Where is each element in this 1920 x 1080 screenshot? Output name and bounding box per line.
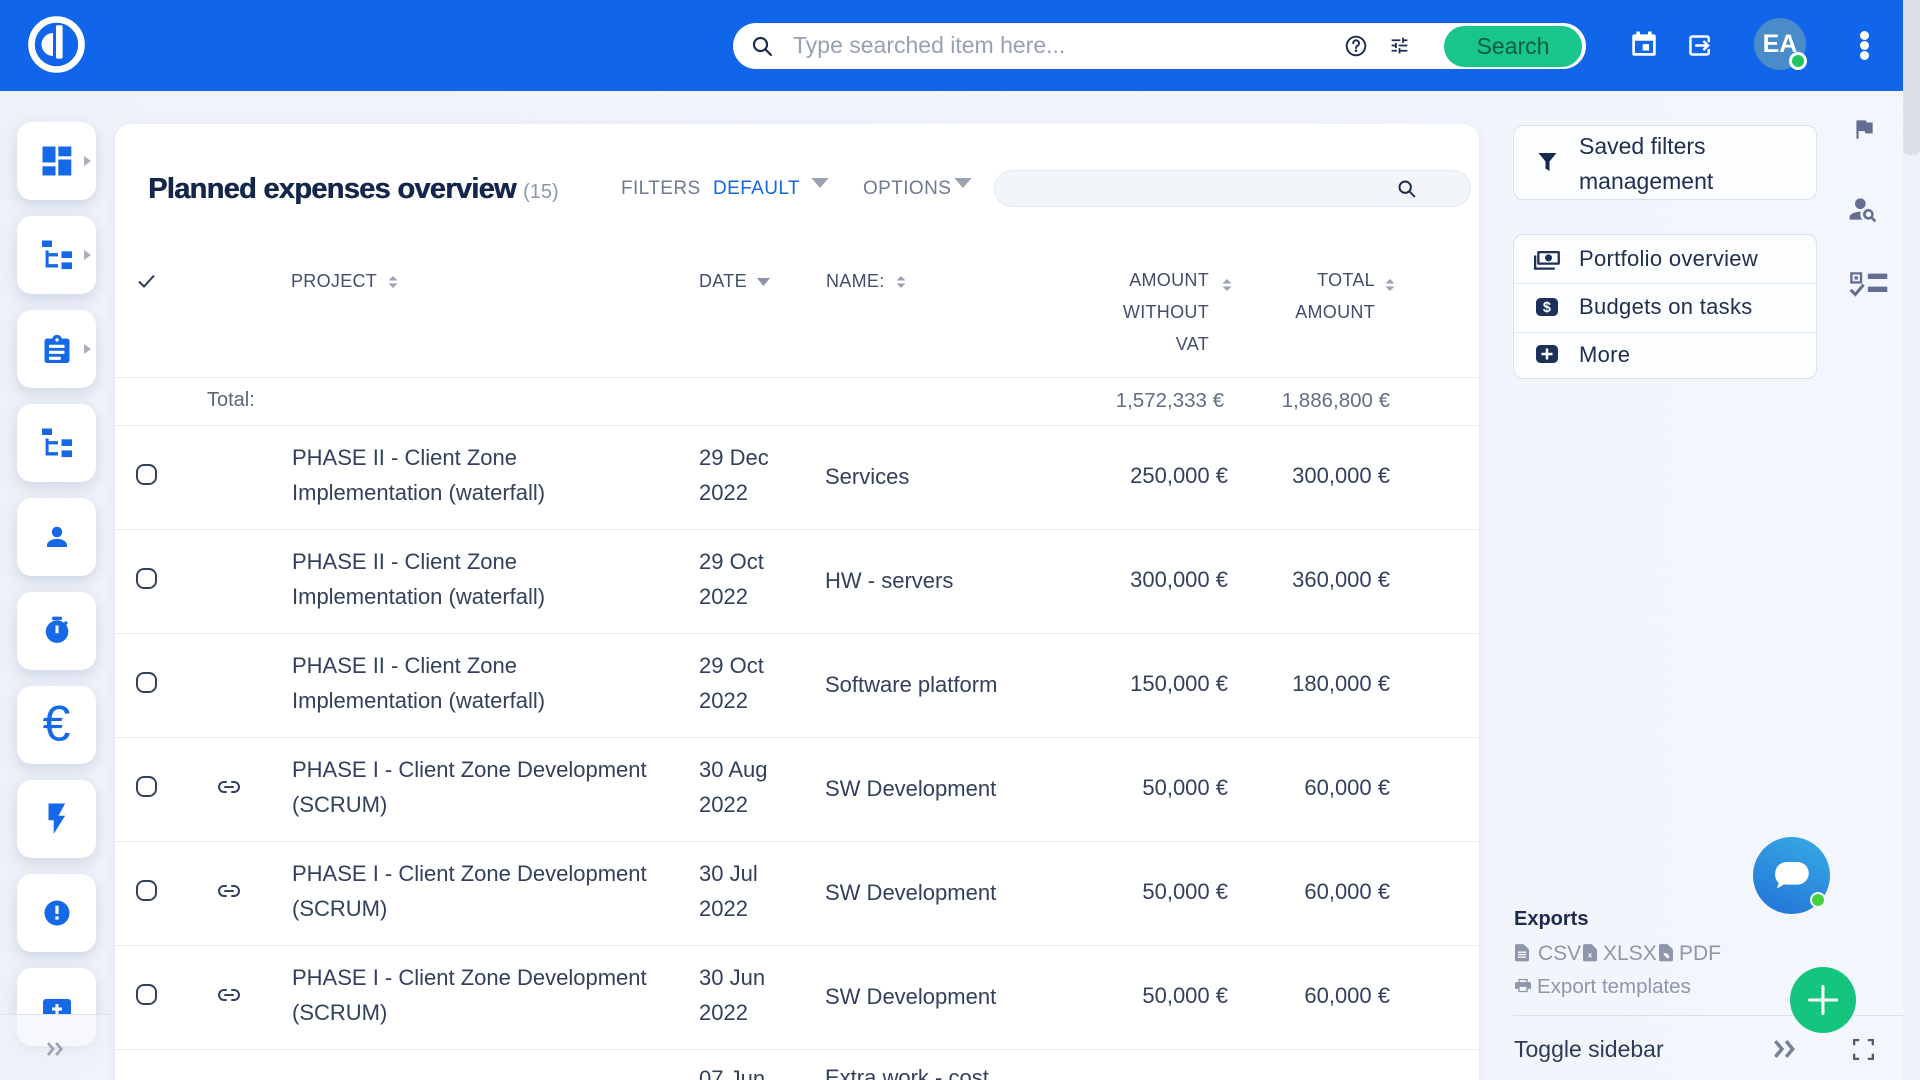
svg-text:$: $ bbox=[1543, 300, 1551, 316]
